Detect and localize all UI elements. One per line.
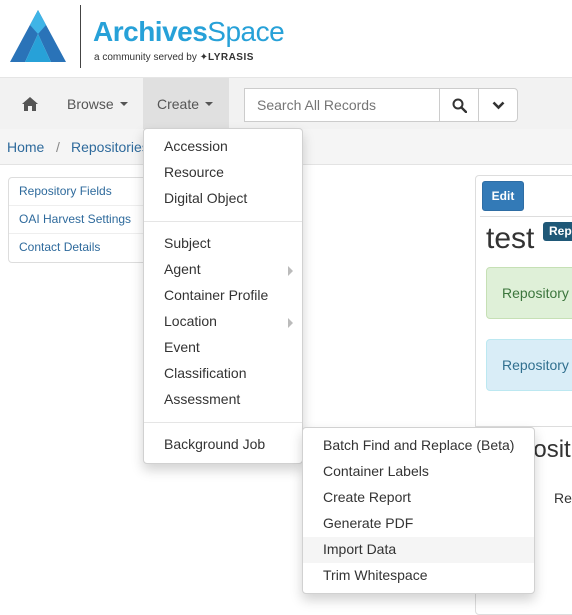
search-options-button[interactable] xyxy=(478,88,518,122)
field-label: Re xyxy=(554,490,572,506)
menu-item-import-data[interactable]: Import Data xyxy=(303,537,534,563)
search-input[interactable] xyxy=(244,88,440,122)
tagline: a community served by ✦LYRASIS xyxy=(94,52,254,63)
record-title: test xyxy=(486,222,535,255)
archivesspace-logo-icon[interactable] xyxy=(10,10,66,62)
breadcrumb-separator: / xyxy=(56,139,60,155)
menu-item-event[interactable]: Event xyxy=(144,335,302,361)
create-menu-button[interactable]: Create xyxy=(143,78,229,130)
search-icon xyxy=(452,98,467,113)
caret-right-icon xyxy=(288,318,293,328)
menu-divider xyxy=(144,221,302,222)
caret-down-icon xyxy=(205,102,214,106)
breadcrumb-repositories-link[interactable]: Repositories xyxy=(71,139,149,155)
sidebar-item-repository-fields[interactable]: Repository Fields xyxy=(9,178,147,206)
brand-name[interactable]: ArchivesSpace xyxy=(93,16,285,48)
brand-name-bold: Archives xyxy=(93,16,208,47)
menu-item-location-label: Location xyxy=(164,313,217,329)
breadcrumb-home-link[interactable]: Home xyxy=(7,139,44,155)
menu-item-classification[interactable]: Classification xyxy=(144,361,302,387)
menu-item-container-labels[interactable]: Container Labels xyxy=(303,459,534,485)
home-icon xyxy=(22,97,38,111)
create-label: Create xyxy=(157,96,200,112)
browse-label: Browse xyxy=(67,96,114,112)
menu-divider xyxy=(144,422,302,423)
menu-item-background-job[interactable]: Background Job xyxy=(144,432,302,458)
menu-item-create-report[interactable]: Create Report xyxy=(303,485,534,511)
browse-menu-button[interactable]: Browse xyxy=(53,78,142,130)
menu-item-batch-find-replace[interactable]: Batch Find and Replace (Beta) xyxy=(303,433,534,459)
chevron-down-icon xyxy=(492,101,504,109)
lyrasis-star-icon: ✦ xyxy=(199,52,208,63)
menu-item-generate-pdf[interactable]: Generate PDF xyxy=(303,511,534,537)
search-button[interactable] xyxy=(439,88,479,122)
menu-item-digital-object[interactable]: Digital Object xyxy=(144,186,302,212)
menu-item-accession[interactable]: Accession xyxy=(144,134,302,160)
site-header: ArchivesSpace a community served by ✦LYR… xyxy=(0,0,572,77)
sidebar-item-contact-details[interactable]: Contact Details xyxy=(9,234,147,262)
menu-item-agent-label: Agent xyxy=(164,261,201,277)
edit-button[interactable]: Edit xyxy=(482,181,524,211)
menu-item-agent[interactable]: Agent xyxy=(144,257,302,283)
menu-item-assessment[interactable]: Assessment xyxy=(144,387,302,413)
menu-item-container-profile[interactable]: Container Profile xyxy=(144,283,302,309)
caret-right-icon xyxy=(288,266,293,276)
repository-sidebar: Repository Fields OAI Harvest Settings C… xyxy=(8,177,148,263)
tagline-text: a community served by xyxy=(94,52,197,63)
main-navbar: Browse Create xyxy=(0,77,572,130)
menu-item-trim-whitespace[interactable]: Trim Whitespace xyxy=(303,563,534,589)
info-alert: Repository xyxy=(486,339,572,391)
menu-item-resource[interactable]: Resource xyxy=(144,160,302,186)
menu-item-location[interactable]: Location xyxy=(144,309,302,335)
toolbar-divider xyxy=(480,216,572,217)
home-button[interactable] xyxy=(10,78,50,130)
record-type-badge: Rep xyxy=(543,222,572,241)
create-dropdown-menu: Accession Resource Digital Object Subjec… xyxy=(143,128,303,464)
background-job-submenu: Batch Find and Replace (Beta) Container … xyxy=(302,427,535,594)
menu-item-subject[interactable]: Subject xyxy=(144,231,302,257)
tagline-org: LYRASIS xyxy=(208,52,254,63)
logo-divider xyxy=(80,5,81,68)
success-alert: Repository xyxy=(486,267,572,319)
brand-name-light: Space xyxy=(207,16,285,47)
sidebar-item-oai-harvest-settings[interactable]: OAI Harvest Settings xyxy=(9,206,147,234)
caret-down-icon xyxy=(119,102,128,106)
